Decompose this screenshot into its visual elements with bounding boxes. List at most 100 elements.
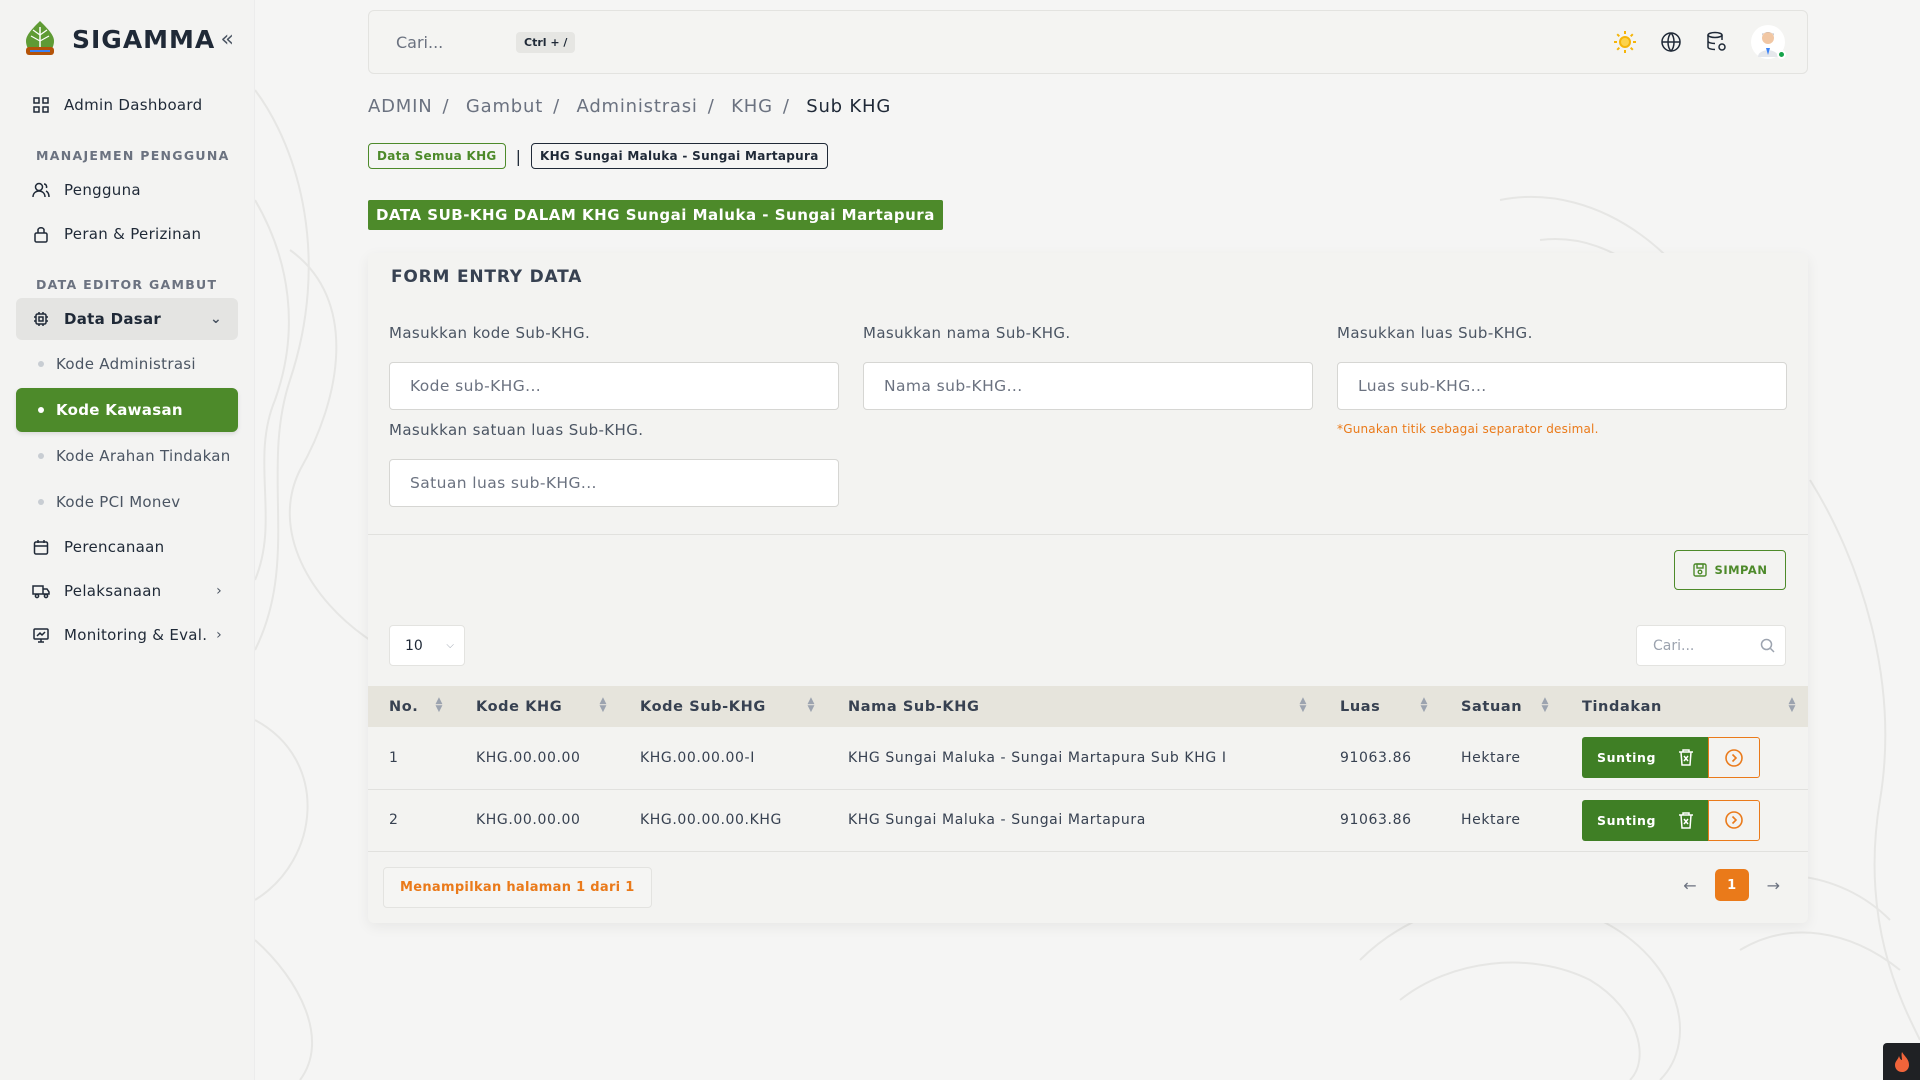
- logo-icon: [26, 21, 54, 55]
- monitor-icon: [32, 626, 50, 644]
- column-header[interactable]: Nama Sub-KHG ▲ ▼: [827, 686, 1319, 727]
- table-row: 2 KHG.00.00.00 KHG.00.00.00.KHG KHG Sung…: [368, 789, 1808, 851]
- pagination: ← 1 →: [1683, 869, 1780, 901]
- bullet-icon: [38, 453, 44, 459]
- detail-button[interactable]: [1708, 737, 1760, 779]
- sort-icon: ▲ ▼: [807, 696, 815, 714]
- sort-icon: ▲ ▼: [599, 696, 607, 714]
- cell-satuan: Hektare: [1461, 749, 1521, 766]
- arrow-right-circle-icon: [1725, 748, 1743, 767]
- next-page-icon[interactable]: →: [1767, 876, 1780, 895]
- top-icons: [1613, 25, 1786, 59]
- sidebar-item-users[interactable]: Pengguna: [16, 169, 238, 211]
- sidebar-item-perencanaan[interactable]: Perencanaan: [16, 526, 238, 568]
- save-button[interactable]: SIMPAN: [1674, 550, 1786, 590]
- breadcrumb-item[interactable]: KHG: [731, 96, 773, 117]
- trash-icon[interactable]: [1678, 811, 1694, 829]
- column-header[interactable]: Kode Sub-KHG ▲ ▼: [619, 686, 827, 727]
- sort-icon: ▲ ▼: [1420, 696, 1428, 714]
- sun-icon[interactable]: [1613, 30, 1637, 54]
- column-header[interactable]: Tindakan ▲ ▼: [1561, 686, 1808, 727]
- sidebar-item-pelaksanaan[interactable]: Pelaksanaan ›: [16, 570, 238, 612]
- globe-icon[interactable]: [1659, 30, 1683, 54]
- column-header[interactable]: Kode KHG ▲ ▼: [455, 686, 619, 727]
- sidebar-label: Pengguna: [64, 181, 141, 199]
- bullet-icon: [38, 499, 44, 505]
- global-search-input[interactable]: Cari...: [396, 33, 496, 52]
- sidebar-label: Kode Kawasan: [56, 401, 183, 419]
- bullet-icon: [38, 407, 44, 413]
- nama-input[interactable]: Nama sub-KHG...: [863, 362, 1313, 410]
- breadcrumb-item[interactable]: Gambut: [466, 96, 543, 117]
- sidebar-item-roles[interactable]: Peran & Perizinan: [16, 213, 238, 255]
- satuan-label: Masukkan satuan luas Sub-KHG.: [389, 421, 644, 439]
- column-header[interactable]: Satuan ▲ ▼: [1440, 686, 1561, 727]
- cell-nama: KHG Sungai Maluka - Sungai Martapura: [848, 812, 1146, 828]
- sidebar: SIGAMMA « Admin Dashboard MANAJEMEN PENG…: [0, 0, 255, 1080]
- luas-group: Masukkan luas Sub-KHG. Luas sub-KHG... *…: [1337, 324, 1787, 436]
- column-header[interactable]: No. ▲ ▼: [368, 686, 455, 727]
- chip-all-khg[interactable]: Data Semua KHG: [368, 143, 506, 169]
- luas-input[interactable]: Luas sub-KHG...: [1337, 362, 1787, 410]
- filter-chips: Data Semua KHG | KHG Sungai Maluka - Sun…: [368, 143, 828, 169]
- collapse-sidebar-icon[interactable]: «: [221, 27, 234, 52]
- sort-icon: ▲ ▼: [435, 696, 443, 714]
- sidebar-label: Data Dasar: [64, 310, 162, 328]
- cell-satuan: Hektare: [1461, 812, 1521, 828]
- sidebar-subitem-kode-kawasan[interactable]: Kode Kawasan: [16, 388, 238, 432]
- table-search-input[interactable]: Cari...: [1636, 625, 1786, 666]
- breadcrumb: ADMIN / Gambut / Administrasi / KHG / Sub KH…: [368, 96, 892, 117]
- form-card: FORM ENTRY DATA Masukkan kode Sub-KHG. K…: [368, 253, 1808, 923]
- table-row: 1 KHG.00.00.00 KHG.00.00.00-I KHG Sungai…: [368, 727, 1808, 789]
- sidebar-label: Peran & Perizinan: [64, 225, 202, 243]
- search-icon: [1760, 638, 1775, 653]
- flame-icon[interactable]: [1883, 1043, 1920, 1080]
- search-shortcut-badge: Ctrl + /: [516, 31, 576, 53]
- chevron-down-icon: ⌄: [209, 311, 222, 327]
- online-status-dot: [1777, 50, 1786, 59]
- divider: [368, 534, 1808, 535]
- cell-luas: 91063.86: [1340, 749, 1412, 766]
- sidebar-subitem-kode-arahan-tindakan[interactable]: Kode Arahan Tindakan: [16, 434, 238, 478]
- sort-icon: ▲ ▼: [1541, 696, 1549, 714]
- bullet-icon: [38, 361, 44, 367]
- page-size-select[interactable]: 10 ⌵: [389, 625, 465, 666]
- cell-kode-sub: KHG.00.00.00-I: [640, 749, 755, 766]
- satuan-input[interactable]: Satuan luas sub-KHG...: [389, 459, 839, 507]
- trash-icon[interactable]: [1678, 748, 1694, 766]
- kode-input[interactable]: Kode sub-KHG...: [389, 362, 839, 410]
- form-title: FORM ENTRY DATA: [391, 267, 583, 287]
- sidebar-subitem-kode-administrasi[interactable]: Kode Administrasi: [16, 342, 238, 386]
- brand: SIGAMMA «: [0, 0, 254, 78]
- row-actions: Sunting: [1582, 737, 1808, 779]
- breadcrumb-item[interactable]: Administrasi: [577, 96, 698, 117]
- kode-label: Masukkan kode Sub-KHG.: [389, 324, 591, 342]
- section-user-management: MANAJEMEN PENGGUNA: [36, 148, 230, 163]
- sidebar-label: Pelaksanaan: [64, 582, 162, 600]
- edit-button[interactable]: Sunting: [1582, 799, 1708, 841]
- database-settings-icon[interactable]: [1705, 30, 1729, 54]
- edit-button[interactable]: Sunting: [1582, 737, 1708, 779]
- save-icon: [1692, 563, 1707, 577]
- arrow-right-circle-icon: [1725, 811, 1743, 829]
- sidebar-label: Kode PCI Monev: [56, 493, 181, 511]
- sidebar-item-monitoring[interactable]: Monitoring & Eval. ›: [16, 614, 238, 656]
- chevron-right-icon: ›: [216, 627, 222, 643]
- page-number-button[interactable]: 1: [1714, 869, 1749, 901]
- prev-page-icon[interactable]: ←: [1683, 876, 1696, 895]
- breadcrumb-item[interactable]: ADMIN: [368, 96, 432, 117]
- dashboard-icon: [32, 96, 50, 114]
- cell-no: 2: [389, 812, 399, 828]
- row-actions: Sunting: [1582, 799, 1808, 841]
- column-header[interactable]: Luas ▲ ▼: [1319, 686, 1440, 727]
- sidebar-item-dashboard[interactable]: Admin Dashboard: [16, 84, 238, 126]
- sidebar-label: Kode Arahan Tindakan: [56, 447, 231, 465]
- calendar-icon: [32, 538, 50, 556]
- chip-current-khg[interactable]: KHG Sungai Maluka - Sungai Martapura: [530, 143, 828, 169]
- detail-button[interactable]: [1708, 799, 1760, 841]
- sidebar-item-data-dasar[interactable]: Data Dasar ⌄: [16, 298, 238, 340]
- cell-luas: 91063.86: [1340, 812, 1412, 828]
- user-avatar[interactable]: [1751, 25, 1786, 59]
- sidebar-subitem-kode-pci-monev[interactable]: Kode PCI Monev: [16, 480, 238, 524]
- kode-group: Masukkan kode Sub-KHG. Kode sub-KHG...: [389, 324, 839, 410]
